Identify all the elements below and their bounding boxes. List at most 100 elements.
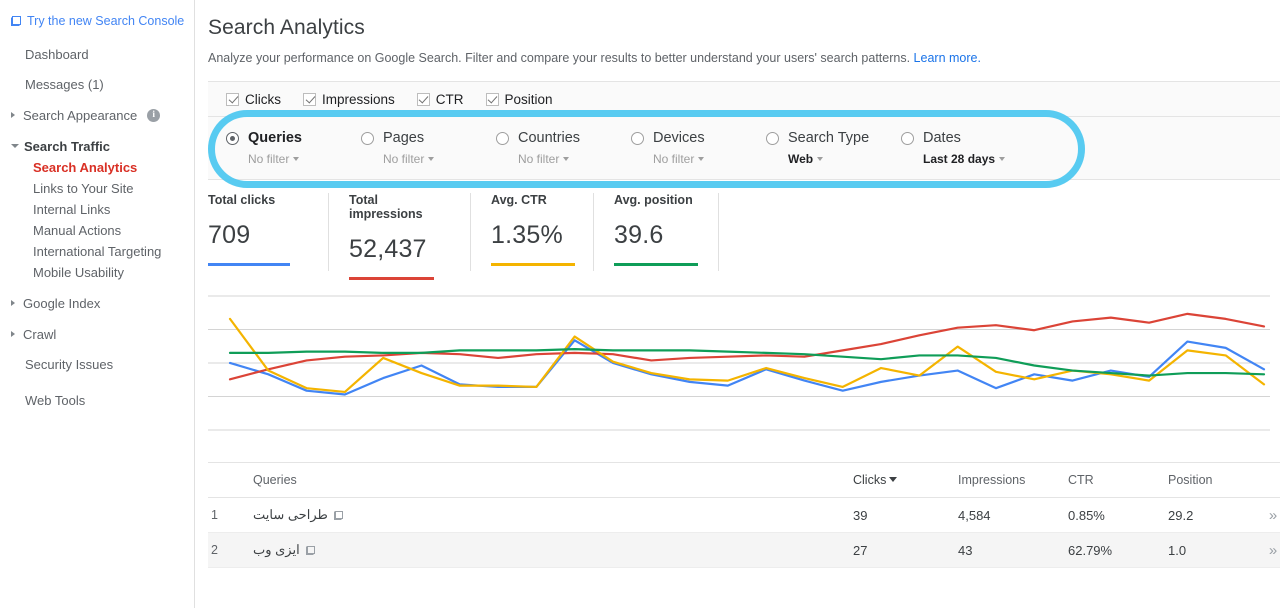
filter-value-text: Web xyxy=(788,152,814,166)
sidebar-item-mobile-usability[interactable]: Mobile Usability xyxy=(0,262,194,283)
chevron-down-icon xyxy=(428,157,435,161)
table-header-position[interactable]: Position xyxy=(1168,473,1253,487)
filter-value-search-type[interactable]: Web xyxy=(788,152,901,166)
filter-value-dates[interactable]: Last 28 days xyxy=(923,152,1036,166)
sidebar-item-search-analytics[interactable]: Search Analytics xyxy=(0,157,194,178)
metric-card-label: Total clicks xyxy=(208,193,276,207)
checkbox-clicks[interactable]: Clicks xyxy=(226,92,281,107)
metric-card-total-clicks[interactable]: Total clicks 709 xyxy=(208,193,328,271)
table-row[interactable]: 1 طراحی سایت 39 4,584 0.85% 29.2 » xyxy=(208,498,1280,533)
page-description: Analyze your performance on Google Searc… xyxy=(195,40,1280,65)
row-ctr: 0.85% xyxy=(1068,507,1105,523)
radio-devices[interactable] xyxy=(631,131,644,145)
filter-devices[interactable]: Devices No filter xyxy=(631,130,766,166)
checkbox-impressions[interactable]: Impressions xyxy=(303,92,395,107)
sidebar-group-label: Crawl xyxy=(23,326,57,342)
sidebar-item-dashboard[interactable]: Dashboard xyxy=(0,44,194,65)
radio-countries[interactable] xyxy=(496,131,509,145)
metric-card-avg-ctr[interactable]: Avg. CTR 1.35% xyxy=(470,193,593,271)
row-index: 2 xyxy=(211,543,218,557)
radio-dates[interactable] xyxy=(901,131,914,145)
checkbox-ctr[interactable]: CTR xyxy=(416,91,464,107)
filter-label: Devices xyxy=(653,130,705,146)
filter-value-pages[interactable]: No filter xyxy=(383,152,496,166)
row-impressions: 43 xyxy=(958,542,973,558)
metric-card-value: 1.35% xyxy=(491,221,563,249)
filter-countries[interactable]: Countries No filter xyxy=(496,130,631,166)
table-row[interactable]: 2 ایزی وب 27 43 62.79% 1.0 » xyxy=(208,533,1280,568)
filter-value-text: No filter xyxy=(653,152,695,166)
sidebar-group-search-appearance[interactable]: Search Appearance i xyxy=(0,104,194,126)
row-clicks: 27 xyxy=(853,542,868,558)
metric-card-value: 52,437 xyxy=(349,235,427,263)
info-icon[interactable]: i xyxy=(147,108,161,122)
sidebar-group-google-index[interactable]: Google Index xyxy=(0,292,194,314)
filter-search-type[interactable]: Search Type Web xyxy=(766,130,901,166)
row-query-cell[interactable]: ایزی وب xyxy=(253,542,853,558)
sidebar-item-international-targeting[interactable]: International Targeting xyxy=(0,241,194,262)
table-header-queries[interactable]: Queries xyxy=(253,473,853,487)
sidebar-group-search-traffic[interactable]: Search Traffic xyxy=(0,135,194,157)
metric-card-label: Avg. position xyxy=(614,193,693,207)
filter-pages[interactable]: Pages No filter xyxy=(361,130,496,166)
filter-value-queries[interactable]: No filter xyxy=(248,152,361,166)
chevron-right-icon xyxy=(11,112,18,118)
row-position: 29.2 xyxy=(1168,507,1194,523)
checkbox-position[interactable]: Position xyxy=(485,91,553,107)
metric-card-total-impressions[interactable]: Total impressions 52,437 xyxy=(328,193,470,280)
sidebar-item-internal-links[interactable]: Internal Links xyxy=(0,199,194,220)
filter-value-text: No filter xyxy=(518,152,560,166)
table-header-row: Queries Clicks Impressions CTR Position xyxy=(208,463,1280,498)
metric-card-avg-position[interactable]: Avg. position 39.6 xyxy=(593,193,718,271)
sidebar-group-crawl[interactable]: Crawl xyxy=(0,323,194,345)
row-query-cell[interactable]: طراحی سایت xyxy=(253,507,853,523)
filter-value-countries[interactable]: No filter xyxy=(518,152,631,166)
sidebar-item-manual-actions[interactable]: Manual Actions xyxy=(0,220,194,241)
radio-pages[interactable] xyxy=(361,131,374,145)
page-title: Search Analytics xyxy=(208,16,365,39)
filter-label: Dates xyxy=(923,130,961,146)
chevron-down-icon xyxy=(293,157,300,161)
sidebar-item-label: Manual Actions xyxy=(33,223,122,238)
sidebar-promo-label: Try the new Search Console xyxy=(27,14,185,28)
row-index: 1 xyxy=(211,508,218,522)
checkmark-icon xyxy=(303,92,316,106)
row-impressions: 4,584 xyxy=(958,507,991,523)
chevron-right-icon xyxy=(11,300,18,306)
sidebar-item-messages[interactable]: Messages (1) xyxy=(0,74,194,95)
filter-queries[interactable]: Queries No filter xyxy=(226,130,361,166)
row-expand-button[interactable]: » xyxy=(1253,542,1280,559)
table-header-ctr[interactable]: CTR xyxy=(1068,473,1168,487)
chevron-down-icon xyxy=(999,157,1006,161)
queries-table: Queries Clicks Impressions CTR Position … xyxy=(208,462,1280,568)
checkmark-icon xyxy=(485,92,499,106)
sidebar-item-label: International Targeting xyxy=(33,244,162,259)
checkbox-label: Impressions xyxy=(322,91,395,107)
sidebar-item-label: Security Issues xyxy=(25,357,114,372)
dimension-filter-bar: Queries No filter Pages No filter Countr… xyxy=(208,110,1280,188)
learn-more-link[interactable]: Learn more. xyxy=(914,51,981,65)
external-link-icon[interactable] xyxy=(305,545,315,555)
row-expand-button[interactable]: » xyxy=(1253,507,1280,524)
metric-card-spacer xyxy=(718,193,728,271)
checkbox-label: Position xyxy=(504,91,553,107)
radio-queries[interactable] xyxy=(226,131,239,145)
sidebar-item-try-new-search-console[interactable]: Try the new Search Console xyxy=(0,10,194,32)
sidebar-item-web-tools[interactable]: Web Tools xyxy=(0,390,194,411)
checkmark-icon xyxy=(226,92,239,106)
filter-dates[interactable]: Dates Last 28 days xyxy=(901,130,1036,166)
table-header-clicks[interactable]: Clicks xyxy=(853,473,958,487)
column-label: Queries xyxy=(253,473,297,487)
chart-series-clicks xyxy=(228,339,1266,396)
sidebar-item-security-issues[interactable]: Security Issues xyxy=(0,354,194,375)
checkbox-label: CTR xyxy=(435,91,464,107)
table-header-impressions[interactable]: Impressions xyxy=(958,473,1068,487)
sidebar: Try the new Search Console Dashboard Mes… xyxy=(0,0,195,608)
chart-series-impressions xyxy=(228,312,1266,381)
external-link-icon[interactable] xyxy=(333,510,343,520)
filter-value-devices[interactable]: No filter xyxy=(653,152,766,166)
sidebar-item-links-to-your-site[interactable]: Links to Your Site xyxy=(0,178,194,199)
checkbox-label: Clicks xyxy=(245,91,281,107)
radio-search-type[interactable] xyxy=(766,131,779,145)
column-label: Clicks xyxy=(853,473,887,487)
